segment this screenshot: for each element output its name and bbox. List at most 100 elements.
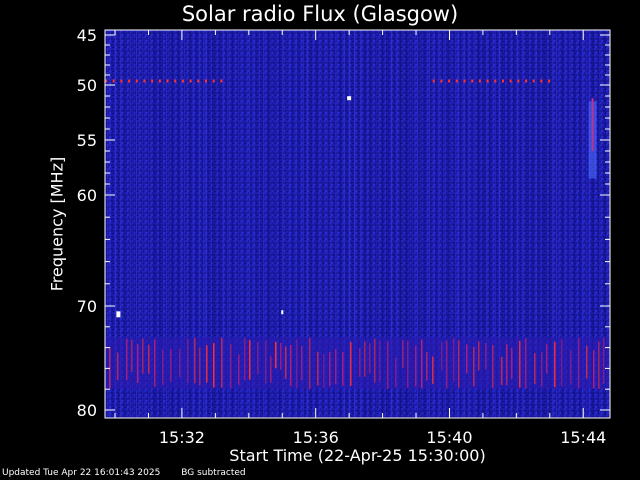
band-streak xyxy=(519,340,521,388)
line-emission-dot xyxy=(471,79,474,83)
line-emission-dot xyxy=(525,79,528,83)
band-streak xyxy=(280,342,282,370)
band-streak xyxy=(525,338,527,389)
band-streak xyxy=(593,350,595,389)
band-streak xyxy=(162,349,164,385)
band-streak xyxy=(598,341,600,390)
line-emission-dot xyxy=(501,79,504,83)
band-streak xyxy=(221,337,223,388)
band-streak xyxy=(206,345,208,383)
line-emission-dot xyxy=(112,79,115,83)
band-streak xyxy=(534,353,536,384)
y-tick-label: 55 xyxy=(77,131,97,150)
band-streak xyxy=(323,353,325,388)
band-streak xyxy=(466,344,468,374)
y-axis-label: Frequency [MHz] xyxy=(47,156,67,292)
band-streak xyxy=(458,340,460,388)
x-tick-label: 15:36 xyxy=(293,428,339,447)
band-streak xyxy=(441,342,443,371)
band-streak xyxy=(492,344,494,389)
x-tick-label: 15:44 xyxy=(560,428,606,447)
band-streak xyxy=(415,345,417,387)
band-streak xyxy=(230,344,232,389)
band-streak xyxy=(296,339,298,389)
white-speck xyxy=(347,96,352,101)
bg-note: BG subtracted xyxy=(181,468,246,478)
band-streak xyxy=(137,344,139,384)
band-streak xyxy=(290,345,292,386)
band-streak xyxy=(369,343,371,374)
line-emission-dot xyxy=(463,79,466,83)
x-tick-label: 15:40 xyxy=(426,428,472,447)
band-streak xyxy=(379,340,381,383)
band-streak xyxy=(275,341,277,369)
y-tick-label: 50 xyxy=(77,76,97,95)
band-streak xyxy=(446,340,448,389)
band-streak xyxy=(546,343,548,374)
line-emission-dot xyxy=(212,79,215,83)
line-emission-dot xyxy=(540,79,543,83)
band-streak xyxy=(402,340,404,368)
y-tick-label: 70 xyxy=(77,297,97,316)
band-streak xyxy=(194,337,196,384)
line-emission-dot xyxy=(158,79,161,83)
footer: Updated Tue Apr 22 16:01:43 2025 BG subt… xyxy=(2,468,264,478)
band-streak xyxy=(126,338,128,381)
band-streak xyxy=(187,338,189,383)
band-streak xyxy=(301,346,303,381)
band-streak xyxy=(270,356,272,383)
band-streak xyxy=(407,341,409,388)
band-streak xyxy=(131,339,133,372)
band-streak xyxy=(473,346,475,387)
band-streak xyxy=(109,347,111,389)
band-streak xyxy=(317,351,319,386)
band-streak xyxy=(541,351,543,387)
updated-timestamp: Updated Tue Apr 22 16:01:43 2025 xyxy=(2,468,161,478)
line-emission-dot xyxy=(220,79,223,83)
band-streak xyxy=(395,357,397,388)
band-streak xyxy=(603,337,605,384)
band-streak xyxy=(170,349,172,382)
band-streak xyxy=(453,338,455,382)
band-streak xyxy=(478,341,480,371)
line-emission-dot xyxy=(120,79,123,83)
line-emission-dot xyxy=(455,79,458,83)
burst-core xyxy=(591,98,594,151)
white-speck xyxy=(116,311,121,318)
band-streak xyxy=(364,341,366,377)
line-emission-dot xyxy=(432,79,435,83)
spectrogram-chart: 45 50 55 60 70 80 15:32 15:36 15:40 15:44 xyxy=(77,26,611,447)
line-emission-dot xyxy=(486,79,489,83)
band-streak xyxy=(117,352,119,381)
line-emission-dot xyxy=(448,79,451,83)
band-streak xyxy=(485,343,487,370)
band-streak xyxy=(561,339,563,387)
line-emission-dot xyxy=(181,79,184,83)
band-streak xyxy=(342,352,344,386)
band-streak xyxy=(285,346,287,379)
band-streak xyxy=(249,340,251,380)
line-emission-dot xyxy=(189,79,192,83)
line-emission-dot xyxy=(204,79,207,83)
band-streak xyxy=(213,343,215,388)
line-emission-dot xyxy=(478,79,481,83)
band-streak xyxy=(432,356,434,384)
chart-title: Solar radio Flux (Glasgow) xyxy=(181,2,459,26)
band-streak xyxy=(501,356,503,386)
band-streak xyxy=(238,354,240,385)
band-streak xyxy=(309,337,311,390)
band-streak xyxy=(265,340,267,384)
band-streak xyxy=(586,345,588,379)
band-streak xyxy=(199,347,201,386)
line-emission-dot xyxy=(440,79,443,83)
x-axis-label: Start Time (22-Apr-25 15:30:00) xyxy=(229,446,486,465)
band-streak xyxy=(142,338,144,374)
band-streak xyxy=(154,339,156,387)
y-tick-label: 45 xyxy=(77,26,97,45)
band-streak xyxy=(387,341,389,390)
band-streak xyxy=(359,348,361,377)
band-streak xyxy=(570,350,572,384)
line-emission-dot xyxy=(166,79,169,83)
line-emission-dot xyxy=(151,79,154,83)
line-emission-dot xyxy=(197,79,200,83)
